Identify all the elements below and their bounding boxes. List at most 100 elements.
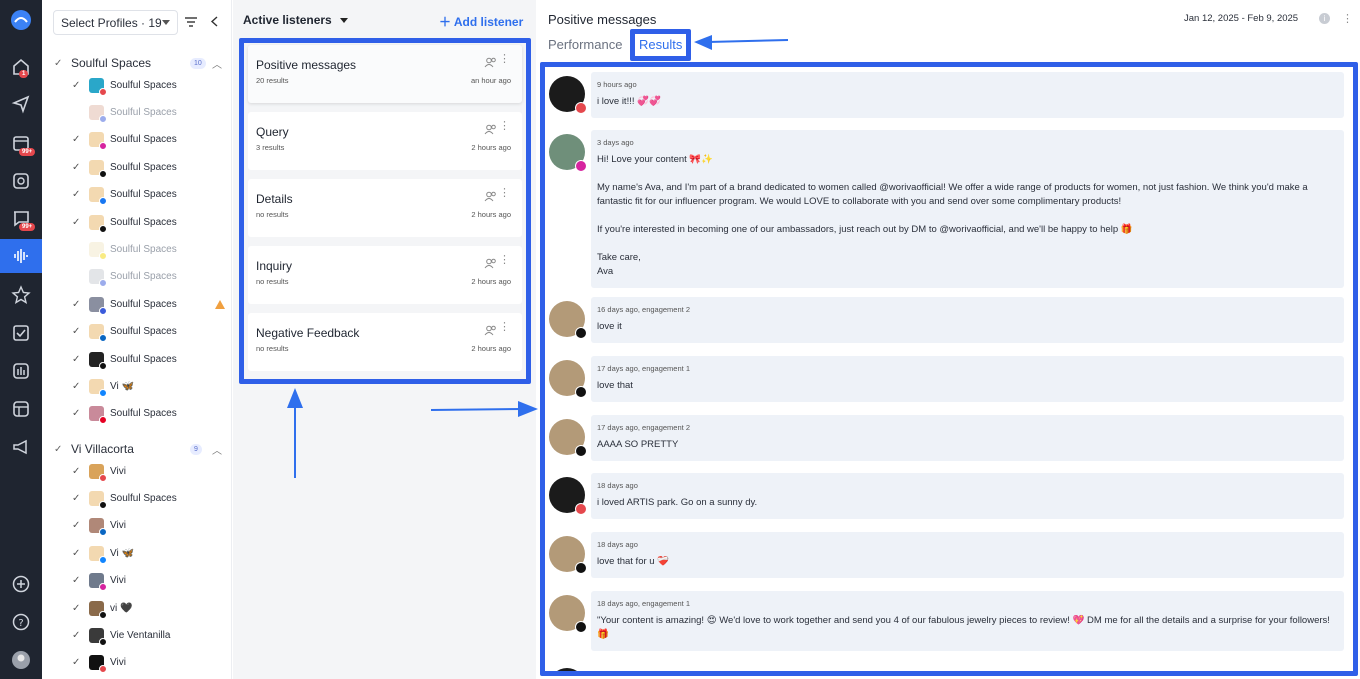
megaphone-icon[interactable] [9,435,33,459]
check-icon[interactable]: ✓ [72,520,89,531]
profile-name: Vivi [110,520,126,532]
more-icon[interactable]: ⋮ [499,54,510,65]
check-icon[interactable]: ✓ [72,217,89,228]
profile-group[interactable]: ✓ Soulful Spaces 10 ︿ [54,56,224,71]
profile-item[interactable]: ✓ Vivi [72,653,232,674]
profile-item[interactable]: ✓ Soulful Spaces [72,212,232,233]
listener-card[interactable]: Query 3 results 2 hours ago ⋮ [248,112,522,170]
check-icon[interactable]: ✓ [72,381,89,392]
date-range-picker[interactable]: Jan 12, 2025 - Feb 9, 2025 [1184,13,1298,24]
profile-item[interactable]: ✓ Soulful Spaces [72,488,232,509]
people-icon[interactable] [484,256,497,274]
more-icon[interactable]: ⋮ [499,322,510,333]
network-icon [575,160,587,172]
add-icon[interactable] [9,572,33,596]
media-icon[interactable] [9,169,33,193]
check-icon[interactable]: ✓ [72,548,89,559]
check-icon[interactable]: ✓ [72,299,89,310]
profiles-panel: Select Profiles · 19 ✓ Soulful Spaces 10… [42,0,232,679]
tab-results[interactable]: Results [639,37,682,52]
profile-item[interactable]: ✓ Vi 🦋 [72,543,232,564]
profile-item[interactable]: ✓ Vivi [72,571,232,592]
tasks-icon[interactable] [9,321,33,345]
help-icon[interactable]: ? [9,610,33,634]
check-icon[interactable]: ✓ [54,444,71,455]
profile-group[interactable]: ✓ Vi Villacorta 9 ︿ [54,442,224,457]
message-text: love it [597,321,622,332]
profile-name: Soulful Spaces [110,326,177,338]
profile-item[interactable]: ✓ Soulful Spaces [72,130,232,151]
profile-item[interactable]: ✓ Vivi [72,516,232,537]
send-icon[interactable] [9,92,33,116]
check-icon[interactable]: ✓ [72,408,89,419]
more-icon[interactable]: ⋮ [1342,12,1353,25]
profile-item[interactable]: ✓ Vi 🦋 [72,376,232,397]
listener-card[interactable]: Inquiry no results 2 hours ago ⋮ [248,246,522,304]
profile-item[interactable]: ✓ Soulful Spaces [72,185,232,206]
network-icon [99,306,107,315]
people-icon[interactable] [484,55,497,73]
listener-card[interactable]: Details no results 2 hours ago ⋮ [248,179,522,237]
chevron-up-icon[interactable]: ︿ [212,56,222,71]
check-icon[interactable]: ✓ [72,657,89,668]
results-feed[interactable]: 9 hours ago i love it!!! 💞💞 3 days ago Hi! … [545,70,1354,673]
profile-item[interactable]: ✓ Soulful Spaces [72,157,232,178]
user-avatar[interactable] [9,648,33,672]
check-icon[interactable]: ✓ [72,630,89,641]
more-icon[interactable]: ⋮ [499,188,510,199]
check-icon[interactable]: ✓ [72,493,89,504]
profile-select[interactable]: Select Profiles · 19 [53,10,178,35]
avatar [549,595,587,633]
profile-group-name: Vi Villacorta [71,442,134,456]
tab-performance[interactable]: Performance [548,37,622,52]
check-icon[interactable]: ✓ [72,354,89,365]
profile-item[interactable]: ✓ Vivi [72,461,232,482]
star-icon[interactable] [9,283,33,307]
profile-item[interactable]: ✓ Soulful Spaces [72,322,232,343]
profile-item[interactable]: ✓ Vie Ventanilla [72,625,232,646]
listener-card[interactable]: Positive messages 20 results an hour ago ⋮ [248,45,522,103]
check-icon[interactable]: ✓ [72,575,89,586]
profile-item[interactable]: ✓ Soulful Spaces [72,404,232,425]
analytics-icon[interactable] [9,359,33,383]
profile-item[interactable]: ✓ vi 🖤 [72,598,232,619]
check-icon[interactable]: ✓ [54,58,71,69]
profile-name: Soulful Spaces [110,243,177,255]
check-icon[interactable]: ✓ [72,80,89,91]
add-listener-button[interactable]: ＋ Add listener [439,13,523,30]
check-icon[interactable]: ✓ [72,162,89,173]
logo-icon[interactable] [9,8,33,32]
avatar [549,301,587,339]
collapse-panel-icon[interactable] [210,14,218,32]
check-icon[interactable]: ✓ [72,326,89,337]
listening-icon[interactable] [9,244,33,268]
profile-item[interactable]: Soulful Spaces [72,102,232,123]
people-icon[interactable] [484,323,497,341]
chevron-up-icon[interactable]: ︿ [212,442,222,457]
check-icon[interactable]: ✓ [72,466,89,477]
check-icon[interactable]: ✓ [72,134,89,145]
profile-item[interactable]: ✓ Soulful Spaces [72,349,232,370]
avatar [89,406,107,425]
profile-item[interactable]: Soulful Spaces [72,267,232,288]
active-listeners-dropdown[interactable]: Active listeners [243,13,348,27]
info-icon[interactable]: i [1319,13,1330,24]
network-icon [575,503,587,515]
profile-item[interactable]: ✓ Soulful Spaces [72,294,232,315]
message-bubble: 18 days ago love that for u ❤️‍🩹 [591,532,1344,578]
message-text: AAAA SO PRETTY [597,439,679,450]
filter-icon[interactable] [185,14,197,32]
people-icon[interactable] [484,122,497,140]
people-icon[interactable] [484,189,497,207]
check-icon[interactable]: ✓ [72,603,89,614]
more-icon[interactable]: ⋮ [499,121,510,132]
avatar [89,518,107,537]
profile-item[interactable]: ✓ Soulful Spaces [72,75,232,96]
check-icon[interactable]: ✓ [72,189,89,200]
warning-icon [215,300,225,309]
layout-icon[interactable] [9,397,33,421]
more-icon[interactable]: ⋮ [499,255,510,266]
profile-item[interactable]: Soulful Spaces [72,239,232,260]
listener-card[interactable]: Negative Feedback no results 2 hours ago ⋮ [248,313,522,371]
inbox-badge: 99+ [19,223,36,231]
